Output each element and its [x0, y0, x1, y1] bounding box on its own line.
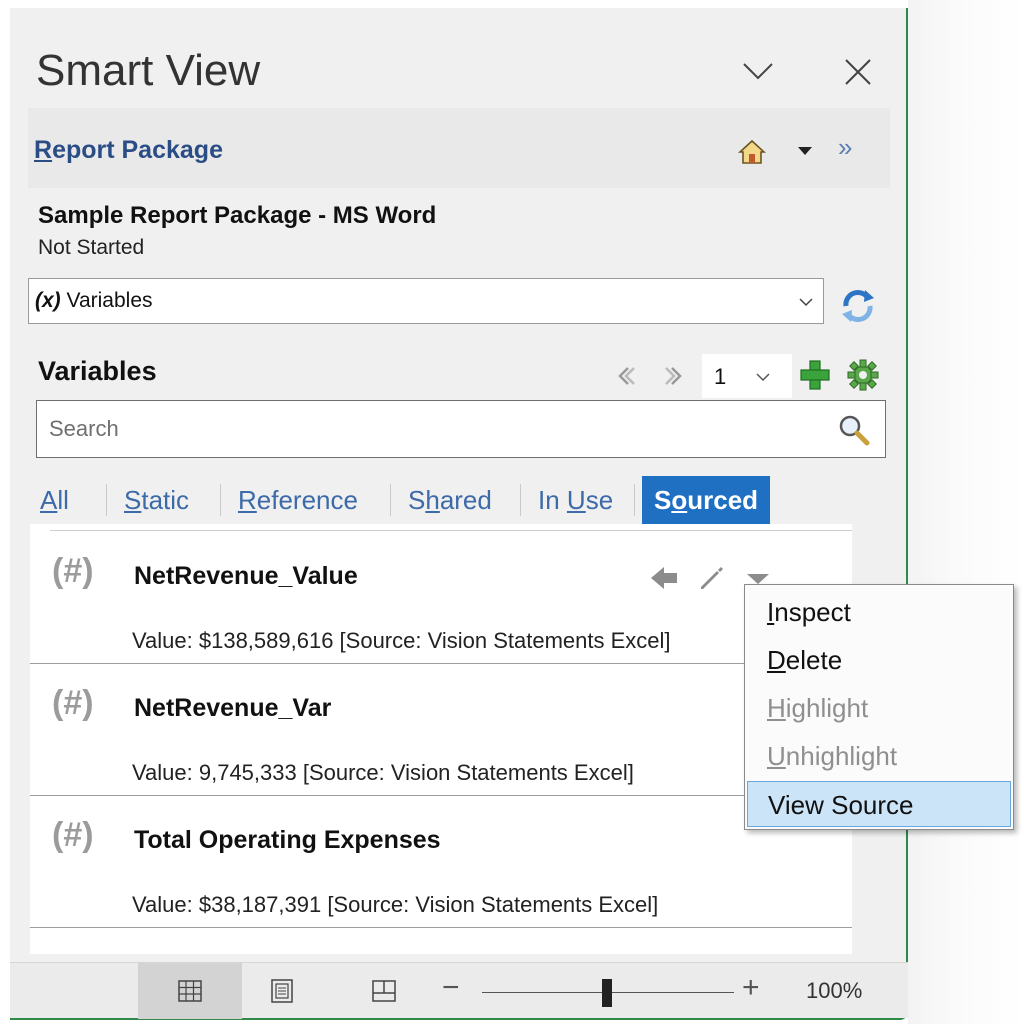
prev-icon[interactable]: [614, 364, 638, 388]
zoom-in-button[interactable]: +: [742, 971, 760, 1005]
tab-shared[interactable]: Shared: [396, 476, 504, 524]
reference-arrow-icon[interactable]: [648, 562, 680, 594]
menu-item-unhighlight: Unhighlight: [767, 741, 898, 771]
dropdown-value: Variables: [66, 289, 153, 312]
pane-title: Smart View: [36, 46, 261, 95]
search-input[interactable]: [37, 401, 827, 457]
tab-separator: [220, 484, 221, 516]
menu-item-delete[interactable]: Delete: [747, 637, 1011, 683]
tab-reference[interactable]: Reference: [226, 476, 370, 524]
add-icon[interactable]: [798, 358, 832, 392]
page-selector[interactable]: 1: [702, 354, 792, 398]
page-number: 1: [714, 364, 727, 389]
variable-value: Value: 9,745,333 [Source: Vision Stateme…: [132, 760, 634, 785]
home-icon[interactable]: [738, 138, 766, 166]
window-background: [908, 0, 1024, 1024]
tab-all[interactable]: All: [28, 476, 81, 524]
double-chevron-icon[interactable]: »: [838, 132, 852, 163]
status-bar: − + 100%: [10, 962, 908, 1019]
close-icon[interactable]: [832, 46, 884, 98]
gear-icon[interactable]: [846, 358, 880, 392]
variables-dropdown[interactable]: (x) Variables: [28, 278, 824, 324]
context-menu: Inspect Delete Highlight Unhighlight Vie…: [744, 584, 1014, 830]
number-type-icon: (#): [52, 816, 94, 854]
tab-static[interactable]: Static: [112, 476, 201, 524]
list-item[interactable]: (#) NetRevenue_Value Value: $138,589,616…: [30, 532, 852, 664]
dropdown-arrow-icon[interactable]: [794, 140, 816, 162]
edit-pencil-icon[interactable]: [696, 562, 728, 594]
number-type-icon: (#): [52, 684, 94, 722]
package-status: Not Started: [38, 236, 145, 259]
chevron-down-icon: [799, 298, 813, 307]
zoom-percent[interactable]: 100%: [806, 978, 862, 1004]
page-layout-icon[interactable]: [268, 977, 296, 1005]
variable-symbol: (x): [35, 289, 61, 312]
variable-name: Total Operating Expenses: [134, 826, 441, 854]
report-package-link[interactable]: Report Package: [34, 136, 223, 165]
variable-name: NetRevenue_Var: [134, 694, 332, 722]
number-type-icon: (#): [52, 552, 94, 590]
variable-value: Value: $38,187,391 [Source: Vision State…: [132, 892, 659, 917]
list-item[interactable]: (#) NetRevenue_Var Value: 9,745,333 [Sou…: [30, 664, 852, 796]
page-break-icon[interactable]: [370, 977, 398, 1005]
variable-value: Value: $138,589,616 [Source: Vision Stat…: [132, 628, 671, 653]
normal-view-icon: [178, 980, 202, 1002]
pane-options-chevron-icon[interactable]: [732, 46, 784, 98]
tab-separator: [390, 484, 391, 516]
package-name: Sample Report Package - MS Word: [38, 202, 437, 229]
list-divider: [50, 530, 852, 531]
menu-item-inspect[interactable]: Inspect: [747, 589, 1011, 635]
chevron-down-icon: [756, 373, 770, 382]
variables-list: (#) NetRevenue_Value Value: $138,589,616…: [30, 524, 862, 954]
tab-separator: [106, 484, 107, 516]
search-field[interactable]: [36, 400, 886, 458]
zoom-out-button[interactable]: −: [442, 971, 460, 1005]
normal-view-button[interactable]: [138, 963, 242, 1019]
menu-item-view-source[interactable]: View Source: [747, 781, 1011, 827]
tab-separator: [520, 484, 521, 516]
menu-item-highlight: Highlight: [767, 693, 869, 723]
next-icon[interactable]: [662, 364, 686, 388]
filter-tabs: All Static Reference Shared In Use Sourc…: [28, 476, 894, 524]
tab-sourced[interactable]: Sourced: [642, 476, 771, 524]
variable-name: NetRevenue_Value: [134, 562, 358, 590]
variables-header: Variables: [38, 356, 157, 386]
list-item[interactable]: (#) Total Operating Expenses Value: $38,…: [30, 796, 852, 928]
refresh-icon[interactable]: [838, 286, 878, 326]
zoom-slider-thumb[interactable]: [602, 979, 612, 1007]
tab-separator: [634, 484, 635, 516]
smart-view-pane: Smart View Report Package » Sample Repor…: [10, 8, 908, 1020]
search-icon[interactable]: [837, 413, 871, 447]
tab-in-use[interactable]: In Use: [526, 476, 625, 524]
